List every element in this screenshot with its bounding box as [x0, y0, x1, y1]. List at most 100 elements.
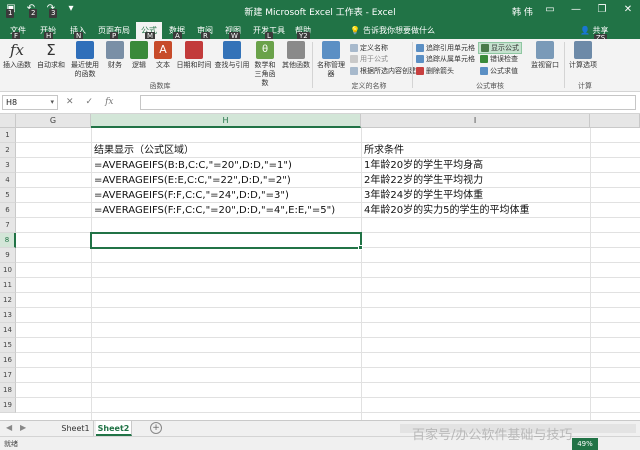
prev-sheet-icon[interactable]: ◀ [6, 423, 12, 432]
cell-i4[interactable]: 2年龄22岁的学生平均视力 [364, 173, 483, 188]
ribbon-display-button[interactable]: ▭ [542, 2, 558, 18]
enter-icon[interactable]: ✓ [86, 95, 94, 110]
row-header[interactable]: 15 [0, 338, 16, 353]
group-label-audit: 公式审核 [476, 82, 504, 90]
row-header[interactable]: 13 [0, 308, 16, 323]
insert-function-button[interactable]: fx 插入函数 [2, 41, 32, 70]
worksheet-grid[interactable]: G H I 1 2 3 4 5 6 7 8 9 10 11 12 13 14 15 16 17 18 19 结果显示… [0, 114, 640, 420]
fx-icon[interactable]: fx [105, 95, 113, 110]
row-header[interactable]: 19 [0, 398, 16, 413]
trace-precedents-button[interactable]: 追踪引用单元格 [416, 43, 475, 53]
define-name-button[interactable]: 定义名称 [350, 43, 388, 53]
ribbon-separator [412, 42, 413, 88]
column-header-i[interactable]: I [361, 114, 590, 128]
show-formulas-button[interactable]: 显示公式 [478, 42, 522, 54]
ribbon-separator [312, 42, 313, 88]
evaluate-formula-button[interactable]: 公式求值 [480, 66, 518, 76]
column-header-j[interactable] [590, 114, 640, 128]
row-header[interactable]: 17 [0, 368, 16, 383]
trace-dependents-button[interactable]: 追踪从属单元格 [416, 54, 475, 64]
cell-i5[interactable]: 3年龄24岁的学生平均体重 [364, 188, 483, 203]
group-label-names: 定义的名称 [351, 82, 387, 90]
create-from-selection-button[interactable]: 根据所选内容创建 [350, 66, 416, 76]
next-sheet-icon[interactable]: ▶ [20, 423, 26, 432]
column-header-h[interactable]: H [91, 114, 361, 128]
fill-handle[interactable] [358, 245, 363, 250]
grid-hline [16, 262, 640, 263]
zoom-level[interactable]: 49% [572, 438, 598, 450]
status-text: 就绪 [4, 440, 18, 448]
formula-input[interactable] [140, 95, 636, 110]
cell-h3[interactable]: =AVERAGEIFS(B:B,C:C,"=20",D:D,"=1") [94, 158, 292, 173]
cell-h6[interactable]: =AVERAGEIFS(F:F,C:C,"=20",D:D,"=4",E:E,"… [94, 203, 335, 218]
cell-h2[interactable]: 结果显示（公式区域） [94, 143, 194, 158]
grid-hline [16, 292, 640, 293]
select-all-button[interactable] [0, 114, 16, 128]
datetime-button[interactable]: 日期和时间 [176, 41, 212, 70]
grid-hline [16, 307, 640, 308]
logical-button[interactable]: 逻辑 [128, 41, 150, 70]
ribbon-separator [564, 42, 565, 88]
formula-icon [481, 44, 489, 52]
ribbon-formulas: fx 插入函数 Σ 自动求和 最近使用的函数 财务 逻辑 A 文本 日期和时间 [0, 39, 640, 92]
ribbon-tabs: 文件 开始 插入 页面布局 公式 数据 审阅 视图 开发工具 帮助 F H N … [0, 22, 640, 43]
tell-me-box[interactable]: 💡 告诉我你想要做什么 [350, 25, 435, 36]
close-button[interactable]: ✕ [620, 2, 636, 18]
formula-icon [350, 55, 358, 63]
row-header[interactable]: 2 [0, 143, 16, 158]
math-button[interactable]: θ 数学和三角函数 [252, 41, 278, 88]
remove-arrows-button[interactable]: 删除箭头 [416, 66, 454, 76]
more-functions-button[interactable]: 其他函数 [282, 41, 310, 70]
text-button[interactable]: A 文本 [152, 41, 174, 70]
row-header[interactable]: 5 [0, 188, 16, 203]
recent-functions-button[interactable]: 最近使用的函数 [68, 41, 102, 79]
row-header[interactable]: 18 [0, 383, 16, 398]
row-header[interactable]: 3 [0, 158, 16, 173]
sheet-tab-sheet1[interactable]: Sheet1 [58, 421, 94, 436]
cell-h4[interactable]: =AVERAGEIFS(E:E,C:C,"=22",D:D,"=2") [94, 173, 291, 188]
cell-i6[interactable]: 4年龄20岁的实力5的学生的平均体重 [364, 203, 529, 218]
cancel-icon[interactable]: ✕ [66, 95, 74, 110]
error-checking-button[interactable]: 错误检查 [480, 54, 518, 64]
watermark-text: 百家号/办公软件基础与技巧 [412, 428, 573, 443]
grid-hline [16, 277, 640, 278]
calc-options-button[interactable]: 计算选项 [568, 41, 598, 70]
autosum-button[interactable]: Σ 自动求和 [36, 41, 66, 70]
group-label-calc: 计算 [578, 82, 592, 90]
lookup-button[interactable]: 查找与引用 [214, 41, 250, 70]
row-header[interactable]: 11 [0, 278, 16, 293]
formula-bar: H8 ▾ ✕ ✓ fx [0, 92, 640, 114]
formula-bar-buttons: ✕ ✓ fx [66, 95, 114, 110]
use-in-formula-button[interactable]: 用于公式 [350, 54, 388, 64]
chevron-down-icon: ▾ [50, 98, 54, 106]
row-header[interactable]: 6 [0, 203, 16, 218]
minimize-button[interactable]: — [568, 2, 584, 18]
row-header[interactable]: 9 [0, 248, 16, 263]
row-header[interactable]: 1 [0, 128, 16, 143]
name-manager-button[interactable]: 名称管理器 [316, 41, 346, 79]
active-cell-h8[interactable] [90, 232, 362, 249]
row-header[interactable]: 12 [0, 293, 16, 308]
financial-button[interactable]: 财务 [104, 41, 126, 70]
column-header-g[interactable]: G [16, 114, 91, 128]
cell-h5[interactable]: =AVERAGEIFS(F:F,C:C,"=24",D:D,"=3") [94, 188, 289, 203]
row-header[interactable]: 14 [0, 323, 16, 338]
row-header[interactable]: 10 [0, 263, 16, 278]
share-button[interactable]: 👤 共享 ZS [580, 25, 609, 43]
watch-window-button[interactable]: 监视窗口 [530, 41, 560, 70]
row-header[interactable]: 4 [0, 173, 16, 188]
cell-i3[interactable]: 1年龄20岁的学生平均身高 [364, 158, 483, 173]
add-sheet-button[interactable]: + [150, 422, 162, 434]
window-controls: ▭ — ❐ ✕ [542, 2, 636, 18]
restore-button[interactable]: ❐ [594, 2, 610, 18]
row-header[interactable]: 8 [0, 233, 16, 248]
grid-hline [16, 337, 640, 338]
row-header[interactable]: 7 [0, 218, 16, 233]
window-icon [536, 41, 554, 59]
magnifier-icon [223, 41, 241, 59]
user-name[interactable]: 韩 伟 [512, 5, 533, 18]
cell-i2[interactable]: 所求条件 [364, 143, 404, 158]
name-box[interactable]: H8 ▾ [2, 95, 58, 110]
sheet-tab-sheet2[interactable]: Sheet2 [96, 421, 132, 436]
row-header[interactable]: 16 [0, 353, 16, 368]
